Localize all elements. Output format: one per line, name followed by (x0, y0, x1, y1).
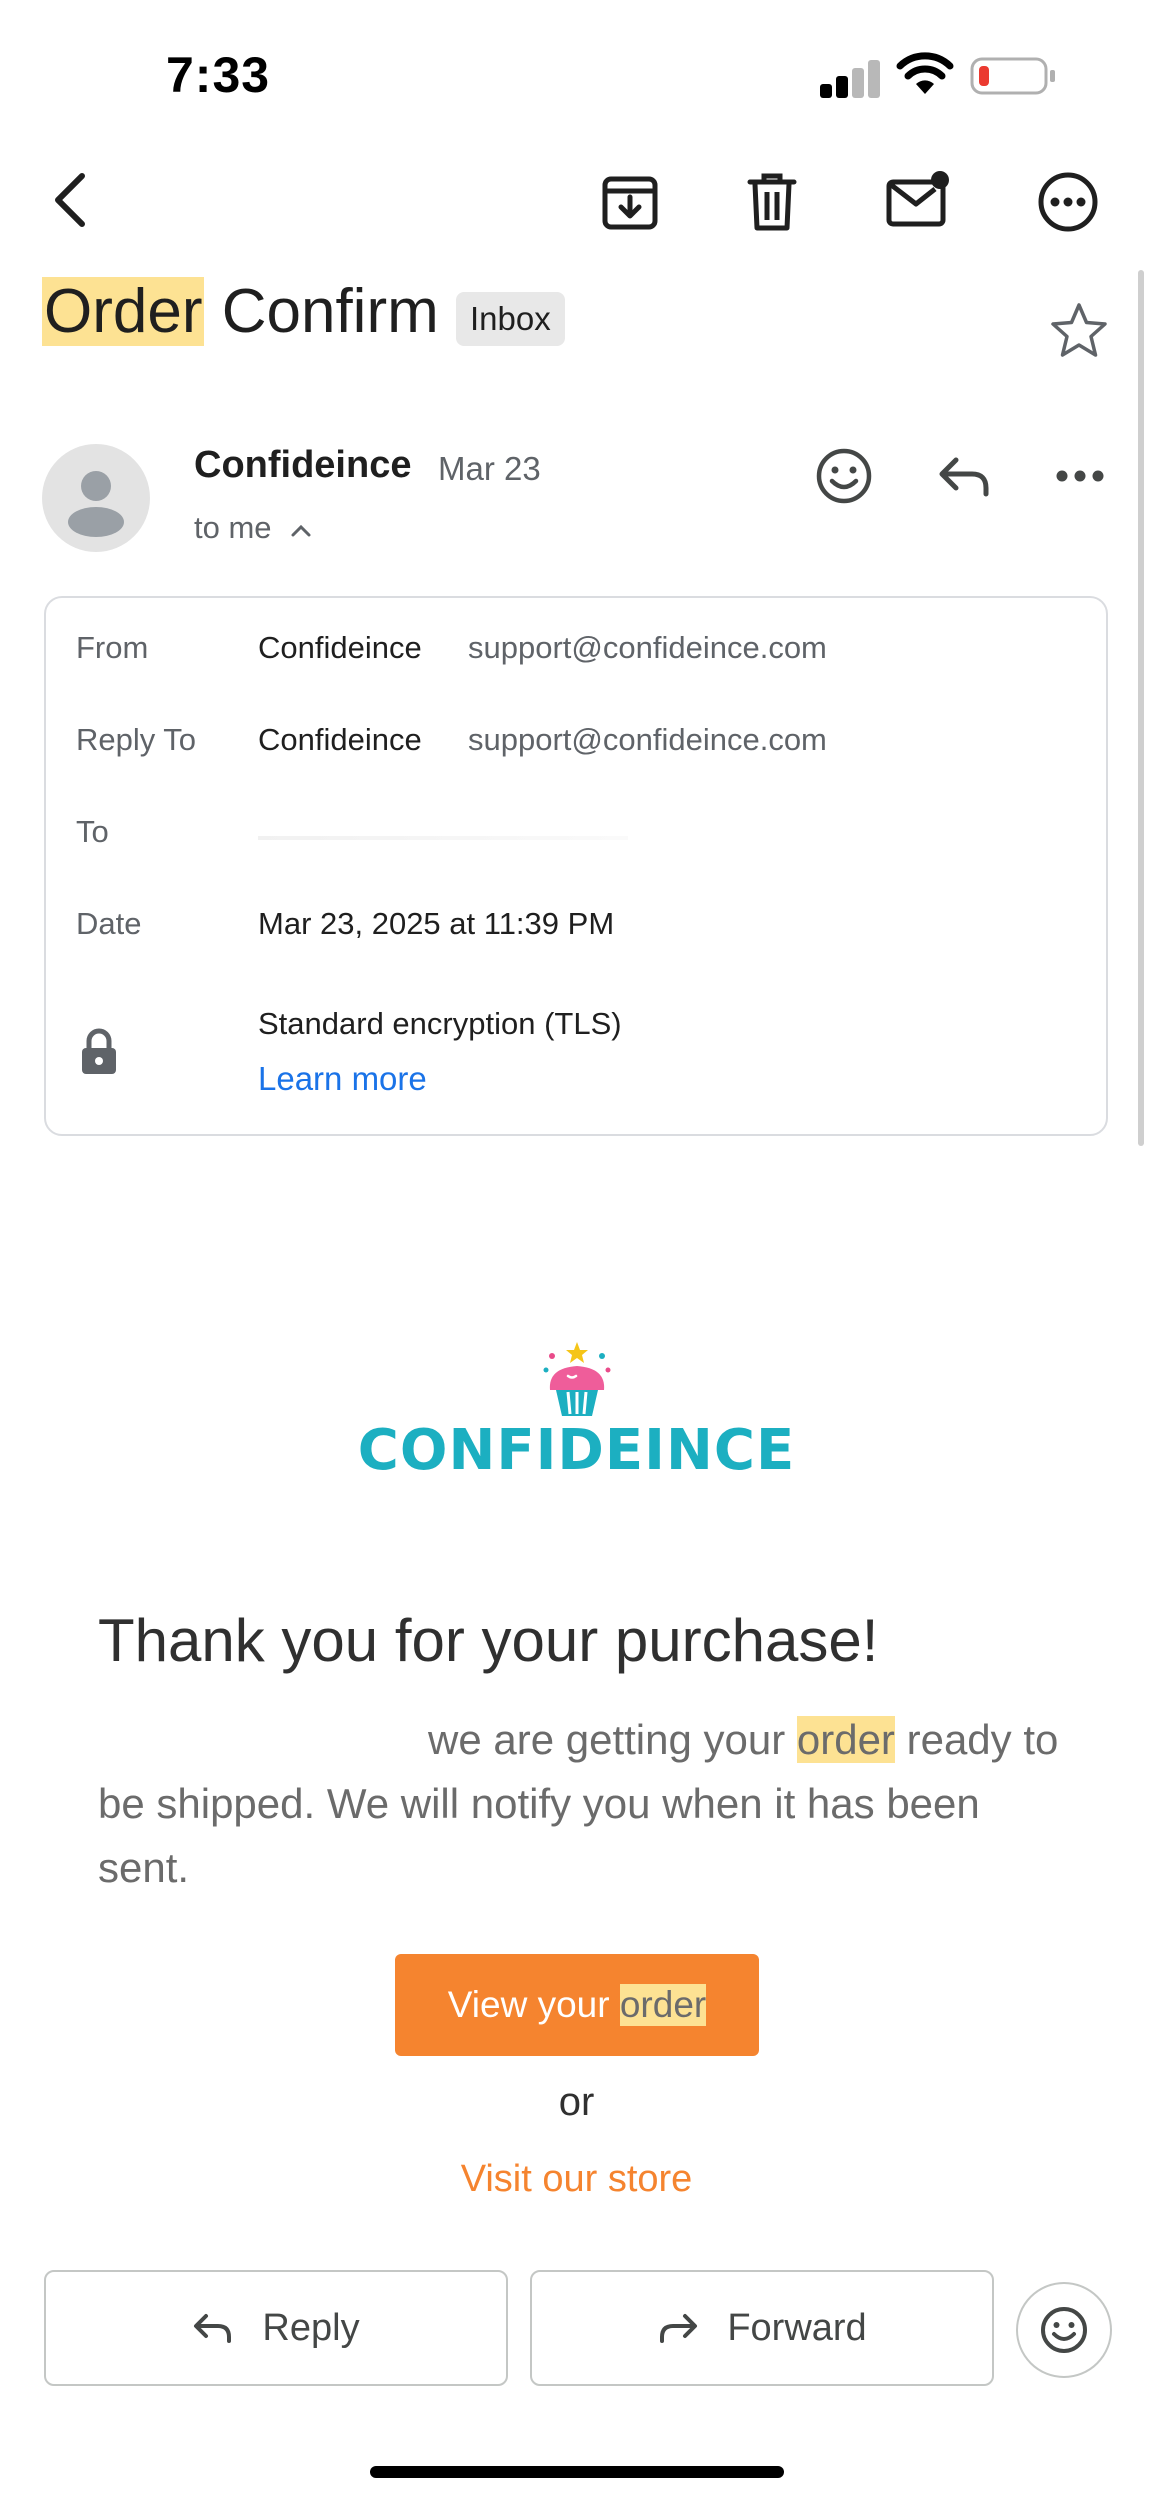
email-headline: Thank you for your purchase! (98, 1607, 879, 1674)
wifi-icon (896, 52, 954, 94)
reply-icon (194, 2314, 232, 2343)
recipient-summary: to me (194, 510, 272, 545)
reply-arrow-icon (939, 457, 989, 497)
lock-icon (82, 1028, 116, 1074)
message-details-card (44, 596, 1108, 1136)
subject-highlight: Order (42, 277, 205, 346)
cupcake-logo-icon (543, 1342, 611, 1416)
cta-highlight: order (619, 1984, 707, 2026)
para-text-pre: we are getting your (428, 1716, 797, 1763)
to-label: To (76, 814, 109, 849)
more-horizontal-icon (1056, 470, 1104, 482)
view-order-button[interactable]: View your order (395, 1954, 759, 2056)
person-icon (68, 471, 124, 537)
mark-unread-button[interactable] (882, 164, 954, 236)
from-email[interactable]: support@confideince.com (468, 630, 827, 666)
more-horizontal-circle-icon (1038, 172, 1098, 232)
more-options-button[interactable] (1032, 166, 1104, 238)
brand-logo-text: CONFIDEINCE (357, 1418, 796, 1483)
reply-to-email[interactable]: support@confideince.com (468, 722, 827, 758)
from-label: From (76, 630, 149, 665)
forward-icon (660, 2314, 698, 2343)
sender-avatar (42, 444, 150, 552)
inbox-label-chip[interactable]: Inbox (456, 292, 565, 346)
chevron-up-icon (291, 524, 311, 537)
date-label: Date (76, 906, 142, 941)
forward-label: Forward (727, 2306, 867, 2349)
email-paragraph: we are getting your order ready to be sh… (98, 1708, 1078, 1900)
react-emoji-button[interactable] (808, 440, 880, 512)
para-highlight: order (796, 1716, 895, 1763)
subject-text: Confirm (204, 277, 439, 346)
encryption-status: Standard encryption (TLS) (258, 1006, 622, 1041)
recipient-toggle[interactable]: to me (194, 510, 312, 546)
learn-more-link[interactable]: Learn more (258, 1060, 427, 1098)
reply-to-name: Confideince (258, 722, 422, 757)
sender-name: Confideince (194, 444, 412, 486)
back-button[interactable] (34, 164, 106, 236)
redacted-recipient (258, 836, 628, 840)
scrollbar[interactable] (1138, 270, 1144, 1146)
smiley-icon (816, 448, 872, 504)
archive-icon (602, 176, 658, 230)
status-time: 7:33 (166, 47, 271, 103)
emoji-reaction-button[interactable] (1016, 2282, 1112, 2378)
reply-label: Reply (262, 2306, 360, 2349)
date-value: Mar 23, 2025 at 11:39 PM (258, 906, 615, 941)
from-name: Confideince (258, 630, 422, 665)
visit-store-link[interactable]: Visit our store (0, 2158, 1153, 2201)
star-icon[interactable] (1048, 300, 1110, 362)
chevron-left-icon (55, 173, 85, 227)
mail-unread-icon (886, 171, 949, 227)
or-separator: or (558, 2080, 595, 2124)
delete-button[interactable] (736, 166, 808, 238)
email-date: Mar 23 (438, 450, 541, 487)
email-subject: Order Confirm (42, 276, 439, 347)
cellular-signal-icon (820, 58, 882, 98)
cta-text: View your (447, 1984, 620, 2025)
reply-to-label: Reply To (76, 722, 197, 757)
battery-low-icon (970, 57, 1055, 95)
reply-action-button[interactable]: Reply (44, 2270, 508, 2386)
home-indicator[interactable] (370, 2466, 784, 2478)
archive-button[interactable] (594, 166, 666, 238)
smiley-icon (1041, 2307, 1087, 2353)
forward-action-button[interactable]: Forward (530, 2270, 994, 2386)
message-more-button[interactable] (1044, 440, 1116, 512)
trash-icon (747, 173, 797, 231)
reply-button[interactable] (928, 440, 1000, 512)
